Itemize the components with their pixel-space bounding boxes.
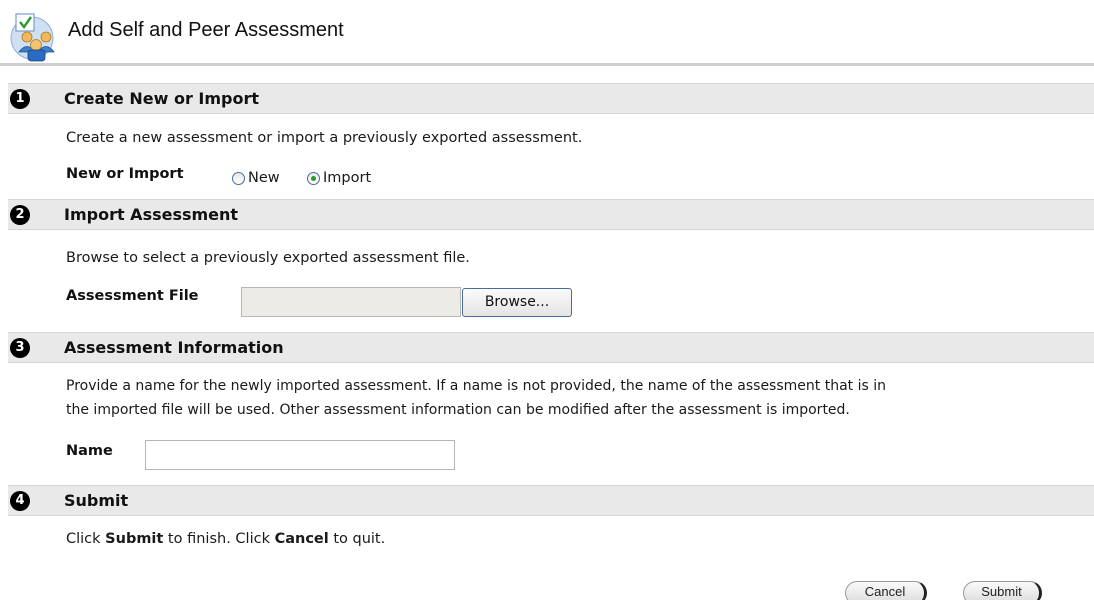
step-2-instructions: Browse to select a previously exported a… <box>66 250 470 266</box>
step-4-instr-cancel: Cancel <box>274 531 329 547</box>
assessment-file-field[interactable] <box>241 287 461 317</box>
radio-import-label[interactable]: Import <box>323 170 371 186</box>
step-3-bar: 3 Assessment Information <box>8 332 1094 363</box>
step-2-bar: 2 Import Assessment <box>8 199 1094 230</box>
name-input[interactable] <box>145 440 455 470</box>
step-number-1: 1 <box>10 89 30 109</box>
step-number-4: 4 <box>10 491 30 511</box>
page: Add Self and Peer Assessment 1 Create Ne… <box>0 0 1094 600</box>
radio-import-button[interactable] <box>307 171 320 185</box>
step-4-instr-submit: Submit <box>105 531 164 547</box>
step-4-title: Submit <box>64 491 129 510</box>
step-1-bar: 1 Create New or Import <box>8 83 1094 114</box>
step-4-instr-part-2: to finish. Click <box>163 531 275 547</box>
step-4-bar: 4 Submit <box>8 485 1094 516</box>
step-3-instructions-line-2: the imported file will be used. Other as… <box>66 402 850 418</box>
step-4-instr-part-1: Click <box>66 531 106 547</box>
browse-button[interactable]: Browse... <box>462 288 572 317</box>
new-or-import-label: New or Import <box>66 166 184 182</box>
radio-new-label[interactable]: New <box>248 170 280 186</box>
radio-new[interactable]: New <box>232 168 280 188</box>
step-1-title: Create New or Import <box>64 89 260 108</box>
radio-import[interactable]: Import <box>307 168 371 188</box>
name-label: Name <box>66 443 113 459</box>
step-4-instructions: Click Submit to finish. Click Cancel to … <box>66 531 385 547</box>
cancel-button[interactable]: Cancel <box>845 581 927 600</box>
self-peer-assessment-icon <box>10 13 55 62</box>
step-2-title: Import Assessment <box>64 205 239 224</box>
step-3-title: Assessment Information <box>64 338 284 357</box>
page-header: Add Self and Peer Assessment <box>0 0 1094 66</box>
page-title: Add Self and Peer Assessment <box>68 19 344 41</box>
step-3-instructions-line-1: Provide a name for the newly imported as… <box>66 378 886 394</box>
step-4-instr-part-3: to quit. <box>328 531 386 547</box>
assessment-file-label: Assessment File <box>66 288 199 304</box>
step-number-3: 3 <box>10 338 30 358</box>
step-1-instructions: Create a new assessment or import a prev… <box>66 130 583 146</box>
radio-new-button[interactable] <box>232 171 245 185</box>
step-number-2: 2 <box>10 205 30 225</box>
submit-button[interactable]: Submit <box>963 581 1042 600</box>
